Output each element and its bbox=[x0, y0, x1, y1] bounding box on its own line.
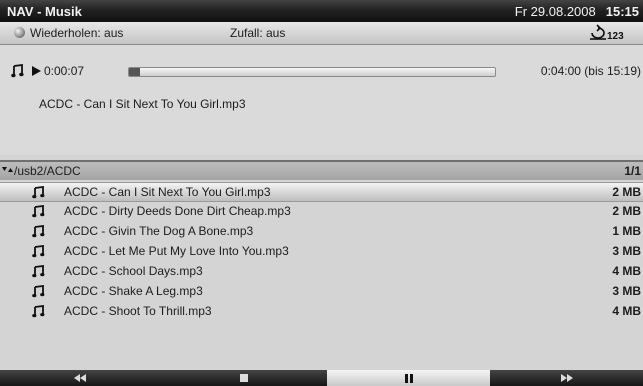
path-bar: /usb2/ACDC 1/1 bbox=[0, 160, 643, 180]
file-size: 3 MB bbox=[612, 244, 641, 258]
now-playing-panel: 0:00:07 0:04:00 (bis 15:19) ACDC - Can I… bbox=[0, 45, 643, 155]
transport-bar bbox=[0, 370, 643, 386]
pause-button[interactable] bbox=[327, 370, 490, 386]
repeat-option[interactable]: Wiederholen: aus bbox=[30, 26, 123, 40]
progress-bar[interactable] bbox=[128, 67, 496, 77]
repeat-mode-label: 123 bbox=[607, 31, 624, 42]
clock: Fr 29.08.2008 15:15 bbox=[515, 4, 639, 19]
file-row[interactable]: ACDC - Givin The Dog A Bone.mp3 1 MB bbox=[0, 222, 643, 242]
repeat-icon[interactable]: 123 bbox=[588, 24, 640, 42]
file-row[interactable]: ACDC - Can I Sit Next To You Girl.mp3 2 M… bbox=[0, 182, 643, 202]
stop-button[interactable] bbox=[160, 370, 327, 386]
pause-icon bbox=[404, 374, 413, 383]
file-name: ACDC - Shoot To Thrill.mp3 bbox=[64, 304, 212, 318]
time-label: 15:15 bbox=[605, 4, 639, 19]
file-name: ACDC - Dirty Deeds Done Dirt Cheap.mp3 bbox=[64, 204, 291, 218]
file-name: ACDC - School Days.mp3 bbox=[64, 264, 203, 278]
fast-forward-icon bbox=[560, 374, 573, 382]
total-time: 0:04:00 (bis 15:19) bbox=[540, 64, 641, 78]
play-icon bbox=[32, 66, 41, 76]
file-row[interactable]: ACDC - Shoot To Thrill.mp3 4 MB bbox=[0, 302, 643, 322]
fast-forward-button[interactable] bbox=[490, 370, 643, 386]
title-bar: NAV - Musik Fr 29.08.2008 15:15 bbox=[0, 0, 643, 22]
music-note-icon bbox=[11, 64, 24, 78]
options-bar: Wiederholen: aus Zufall: aus 123 bbox=[0, 22, 643, 45]
music-note-icon bbox=[32, 204, 45, 218]
shuffle-option[interactable]: Zufall: aus bbox=[230, 26, 285, 40]
file-row[interactable]: ACDC - Shake A Leg.mp3 3 MB bbox=[0, 282, 643, 302]
music-note-icon bbox=[32, 264, 45, 278]
page-indicator: 1/1 bbox=[624, 164, 641, 178]
file-row[interactable]: ACDC - School Days.mp3 4 MB bbox=[0, 262, 643, 282]
progress-fill bbox=[129, 68, 140, 76]
file-size: 2 MB bbox=[612, 185, 641, 199]
window-title: NAV - Musik bbox=[7, 4, 82, 19]
radio-bullet-icon bbox=[14, 27, 25, 38]
music-note-icon bbox=[32, 244, 45, 258]
file-row[interactable]: ACDC - Dirty Deeds Done Dirt Cheap.mp3 2 … bbox=[0, 202, 643, 222]
rewind-button[interactable] bbox=[0, 370, 160, 386]
file-size: 2 MB bbox=[612, 204, 641, 218]
stop-icon bbox=[239, 374, 248, 382]
file-size: 4 MB bbox=[612, 304, 641, 318]
file-name: ACDC - Can I Sit Next To You Girl.mp3 bbox=[64, 185, 271, 199]
file-name: ACDC - Let Me Put My Love Into You.mp3 bbox=[64, 244, 289, 258]
file-size: 1 MB bbox=[612, 224, 641, 238]
folder-path: /usb2/ACDC bbox=[14, 164, 81, 178]
music-note-icon bbox=[32, 304, 45, 318]
music-note-icon bbox=[32, 224, 45, 238]
sort-icon[interactable] bbox=[2, 165, 14, 175]
file-row[interactable]: ACDC - Let Me Put My Love Into You.mp3 3 … bbox=[0, 242, 643, 262]
music-note-icon bbox=[32, 185, 45, 199]
rewind-icon bbox=[74, 374, 86, 382]
file-name: ACDC - Shake A Leg.mp3 bbox=[64, 284, 203, 298]
file-name: ACDC - Givin The Dog A Bone.mp3 bbox=[64, 224, 254, 238]
music-note-icon bbox=[32, 284, 45, 298]
current-track-title: ACDC - Can I Sit Next To You Girl.mp3 bbox=[39, 97, 246, 111]
file-size: 4 MB bbox=[612, 264, 641, 278]
elapsed-time: 0:00:07 bbox=[44, 64, 85, 78]
file-size: 3 MB bbox=[612, 284, 641, 298]
file-list: ACDC - Can I Sit Next To You Girl.mp3 2 M… bbox=[0, 182, 643, 322]
date-label: Fr 29.08.2008 bbox=[514, 4, 596, 19]
